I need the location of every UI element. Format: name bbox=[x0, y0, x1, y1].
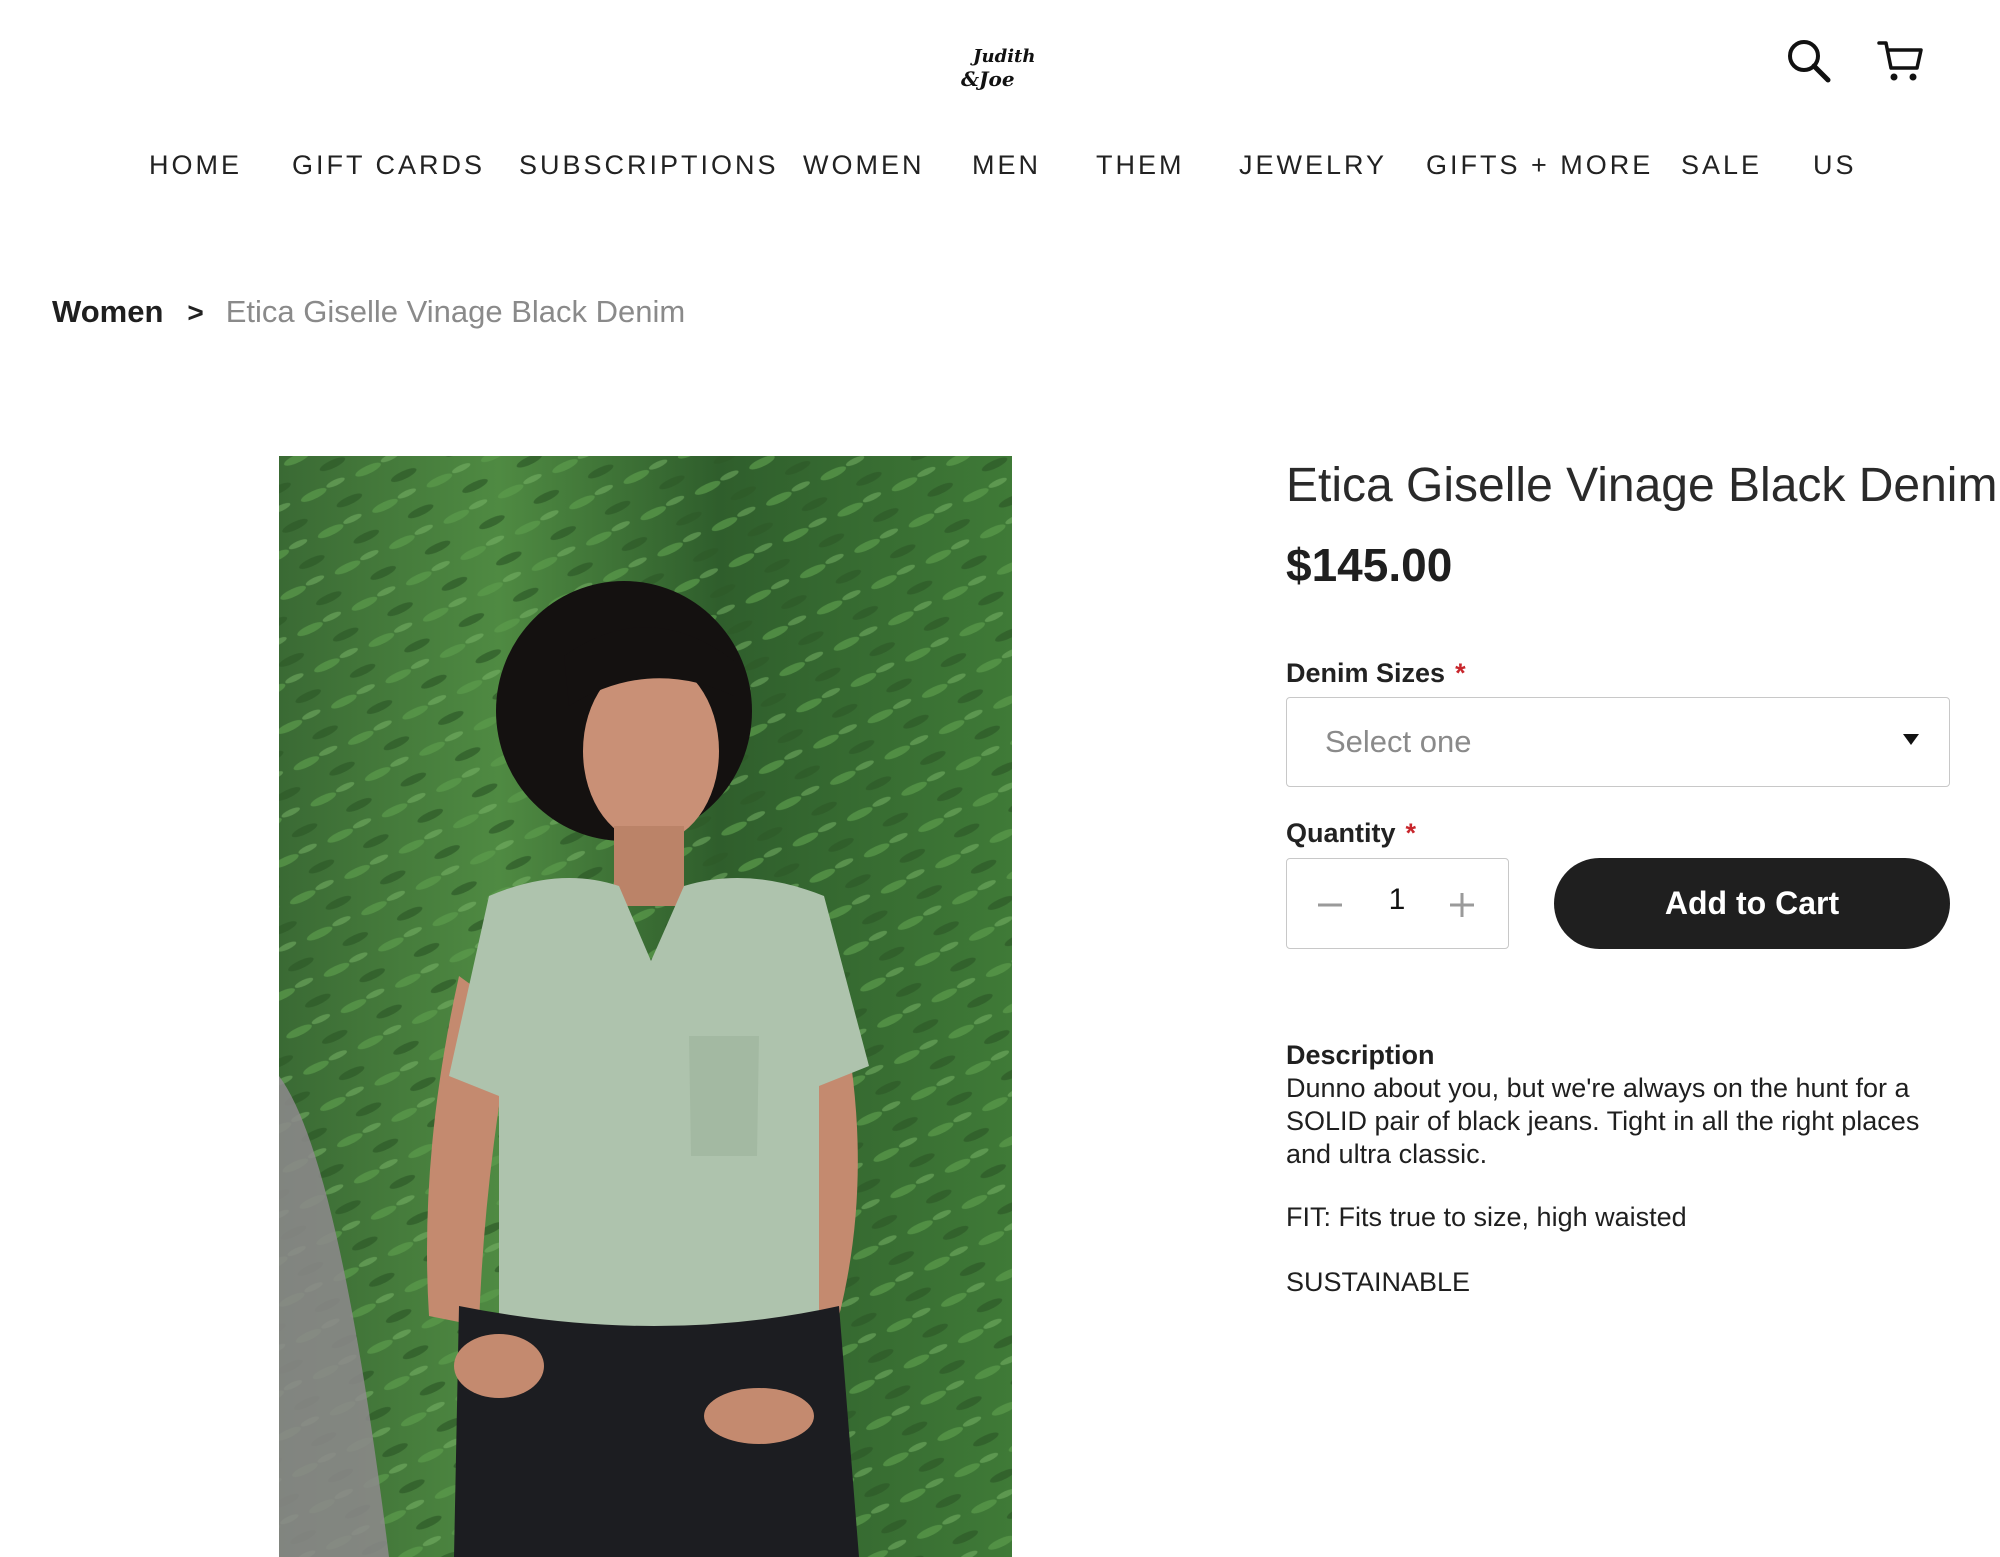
size-label: Denim Sizes * bbox=[1286, 658, 1466, 689]
quantity-label: Quantity * bbox=[1286, 818, 1416, 849]
nav-sale[interactable]: SALE bbox=[1681, 150, 1762, 181]
nav-men[interactable]: MEN bbox=[972, 150, 1041, 181]
size-select-placeholder: Select one bbox=[1325, 724, 1472, 759]
nav-gifts-more[interactable]: GIFTS + MORE bbox=[1426, 150, 1653, 181]
add-to-cart-button[interactable]: Add to Cart bbox=[1554, 858, 1950, 949]
description-heading: Description bbox=[1286, 1040, 1435, 1070]
search-icon[interactable] bbox=[1784, 36, 1834, 86]
nav-home[interactable]: HOME bbox=[149, 150, 242, 181]
brand-logo[interactable]: Judith &Joe bbox=[955, 38, 1045, 98]
svg-text:&Joe: &Joe bbox=[961, 67, 1015, 91]
main-nav: HOME GIFT CARDS SUBSCRIPTIONS WOMEN MEN … bbox=[0, 150, 2000, 190]
nav-us[interactable]: US bbox=[1813, 150, 1857, 181]
breadcrumb-women-link[interactable]: Women bbox=[52, 294, 163, 329]
breadcrumb-current: Etica Giselle Vinage Black Denim bbox=[225, 294, 686, 329]
dropdown-caret-icon bbox=[1903, 734, 1919, 745]
size-select[interactable]: Select one bbox=[1286, 697, 1950, 787]
product-image[interactable] bbox=[279, 456, 1012, 1557]
plus-icon[interactable] bbox=[1437, 879, 1487, 929]
required-mark: * bbox=[1405, 818, 1417, 848]
nav-gift-cards[interactable]: GIFT CARDS bbox=[292, 150, 485, 181]
nav-women[interactable]: WOMEN bbox=[803, 150, 924, 181]
required-mark: * bbox=[1455, 658, 1466, 688]
nav-jewelry[interactable]: JEWELRY bbox=[1239, 150, 1387, 181]
quantity-input[interactable]: 1 bbox=[1372, 883, 1422, 917]
description-text: Dunno about you, but we're always on the… bbox=[1286, 1073, 1920, 1169]
nav-subscriptions[interactable]: SUBSCRIPTIONS bbox=[519, 150, 779, 181]
quantity-label-text: Quantity bbox=[1286, 818, 1396, 848]
breadcrumb-separator: > bbox=[187, 297, 204, 328]
product-price: $145.00 bbox=[1286, 539, 1453, 591]
cart-icon[interactable] bbox=[1876, 36, 1926, 86]
svg-text:Judith: Judith bbox=[970, 46, 1035, 67]
quantity-stepper: 1 bbox=[1286, 858, 1509, 949]
fit-text: FIT: Fits true to size, high waisted bbox=[1286, 1202, 1687, 1232]
nav-them[interactable]: THEM bbox=[1096, 150, 1185, 181]
size-label-text: Denim Sizes bbox=[1286, 658, 1446, 688]
product-title: Etica Giselle Vinage Black Denim bbox=[1286, 459, 1998, 512]
breadcrumb: Women > Etica Giselle Vinage Black Denim bbox=[52, 294, 685, 330]
minus-icon[interactable] bbox=[1305, 879, 1355, 929]
sustainable-text: SUSTAINABLE bbox=[1286, 1267, 1471, 1297]
